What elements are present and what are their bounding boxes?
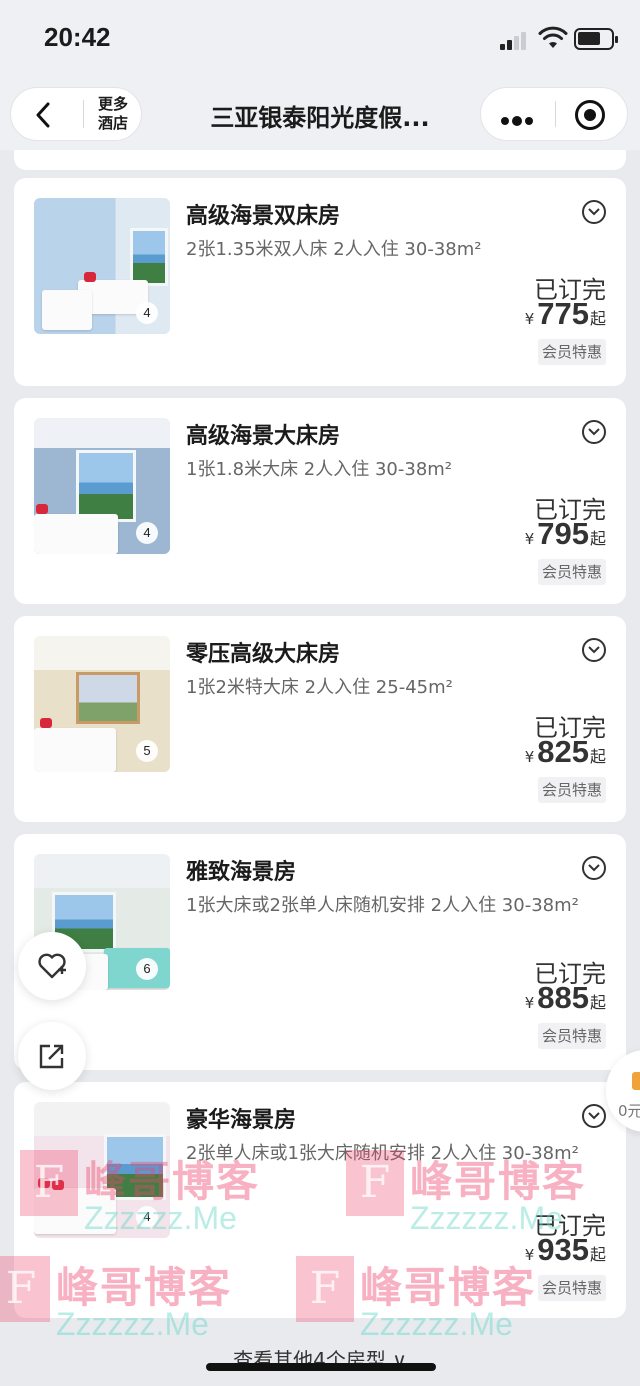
photo-count-badge: 4 bbox=[136, 302, 158, 324]
price: ¥775起 bbox=[525, 296, 606, 332]
more-dots-icon bbox=[501, 110, 536, 129]
status-time: 20:42 bbox=[44, 22, 111, 52]
room-description: 1张1.8米大床 2人入住 30-38m² bbox=[186, 459, 453, 480]
close-miniprogram-icon[interactable] bbox=[575, 100, 605, 130]
photo-count-badge: 5 bbox=[136, 740, 158, 762]
room-card[interactable]: 6 雅致海景房 1张大床或2张单人床随机安排 2人入住 30-38m² 已订完 … bbox=[14, 834, 626, 1070]
room-description: 2张1.35米双人床 2人入住 30-38m² bbox=[186, 239, 482, 260]
signal-icon bbox=[500, 30, 530, 50]
more-menu-button[interactable] bbox=[481, 88, 555, 140]
room-list[interactable]: 4 高级海景双床房 2张1.35米双人床 2人入住 30-38m² 已订完 ¥7… bbox=[0, 150, 640, 1386]
currency-symbol: ¥ bbox=[524, 1246, 535, 1264]
expand-chevron-icon[interactable] bbox=[582, 1104, 606, 1128]
room-card[interactable]: 5 零压高级大床房 1张2米特大床 2人入住 25-45m² 已订完 ¥825起… bbox=[14, 616, 626, 822]
home-indicator bbox=[206, 1363, 436, 1371]
price-suffix: 起 bbox=[589, 309, 606, 328]
currency-symbol: ¥ bbox=[524, 994, 535, 1012]
price-suffix: 起 bbox=[589, 529, 606, 548]
price-value: 795 bbox=[537, 516, 589, 551]
room-name: 高级海景大床房 bbox=[186, 424, 341, 449]
room-description: 1张大床或2张单人床随机安排 2人入住 30-38m² bbox=[186, 895, 579, 916]
coupon-icon bbox=[632, 1072, 640, 1090]
room-photo[interactable]: 4 bbox=[34, 1102, 170, 1238]
divider bbox=[555, 101, 556, 127]
expand-chevron-icon[interactable] bbox=[582, 420, 606, 444]
price: ¥935起 bbox=[525, 1232, 606, 1268]
price-suffix: 起 bbox=[589, 1245, 606, 1264]
room-photo[interactable]: 5 bbox=[34, 636, 170, 772]
wifi-icon bbox=[538, 26, 568, 48]
nav-left-capsule: 更多 酒店 bbox=[10, 87, 142, 141]
mini-program-capsule bbox=[480, 87, 628, 141]
back-button[interactable] bbox=[11, 88, 81, 140]
price: ¥795起 bbox=[525, 516, 606, 552]
side-promo-text: 0元 bbox=[618, 1102, 640, 1120]
price-suffix: 起 bbox=[589, 993, 606, 1012]
chevron-left-icon bbox=[36, 102, 50, 128]
price-value: 825 bbox=[537, 734, 589, 769]
price: ¥825起 bbox=[525, 734, 606, 770]
member-deal-tag: 会员特惠 bbox=[537, 1275, 606, 1301]
expand-chevron-icon[interactable] bbox=[582, 638, 606, 662]
photo-count-badge: 4 bbox=[136, 522, 158, 544]
previous-card bbox=[14, 150, 626, 170]
member-deal-tag: 会员特惠 bbox=[537, 1023, 606, 1049]
member-deal-tag: 会员特惠 bbox=[537, 559, 606, 585]
currency-symbol: ¥ bbox=[524, 310, 535, 328]
price-suffix: 起 bbox=[589, 747, 606, 766]
price: ¥885起 bbox=[525, 980, 606, 1016]
room-name: 零压高级大床房 bbox=[186, 642, 341, 667]
photo-count-badge: 6 bbox=[136, 958, 158, 980]
battery-icon bbox=[574, 28, 618, 50]
price-value: 935 bbox=[537, 1232, 589, 1267]
price-value: 775 bbox=[537, 296, 589, 331]
favorite-button[interactable] bbox=[18, 932, 86, 1000]
more-hotels-button[interactable]: 更多 酒店 bbox=[89, 95, 137, 133]
divider bbox=[83, 100, 84, 128]
room-photo[interactable]: 4 bbox=[34, 198, 170, 334]
heart-plus-icon bbox=[38, 953, 66, 979]
expand-chevron-icon[interactable] bbox=[582, 200, 606, 224]
member-deal-tag: 会员特惠 bbox=[537, 777, 606, 803]
currency-symbol: ¥ bbox=[524, 748, 535, 766]
expand-chevron-icon[interactable] bbox=[582, 856, 606, 880]
room-card[interactable]: 4 高级海景大床房 1张1.8米大床 2人入住 30-38m² 已订完 ¥795… bbox=[14, 398, 626, 604]
room-card[interactable]: 4 豪华海景房 2张单人床或1张大床随机安排 2人入住 30-38m² 已订完 … bbox=[14, 1082, 626, 1318]
price-value: 885 bbox=[537, 980, 589, 1015]
share-icon bbox=[39, 1044, 64, 1069]
photo-count-badge: 4 bbox=[136, 1206, 158, 1228]
page-title: 三亚银泰阳光度假... bbox=[210, 104, 430, 132]
currency-symbol: ¥ bbox=[524, 530, 535, 548]
status-bar: 20:42 bbox=[0, 0, 640, 78]
room-photo[interactable]: 4 bbox=[34, 418, 170, 554]
room-name: 雅致海景房 bbox=[186, 860, 297, 885]
room-description: 2张单人床或1张大床随机安排 2人入住 30-38m² bbox=[186, 1143, 579, 1164]
share-button[interactable] bbox=[18, 1022, 86, 1090]
room-name: 高级海景双床房 bbox=[186, 204, 341, 229]
nav-bar: 更多 酒店 三亚银泰阳光度假... bbox=[0, 78, 640, 150]
room-card[interactable]: 4 高级海景双床房 2张1.35米双人床 2人入住 30-38m² 已订完 ¥7… bbox=[14, 178, 626, 386]
room-description: 1张2米特大床 2人入住 25-45m² bbox=[186, 677, 453, 698]
member-deal-tag: 会员特惠 bbox=[537, 339, 606, 365]
room-name: 豪华海景房 bbox=[186, 1108, 297, 1133]
